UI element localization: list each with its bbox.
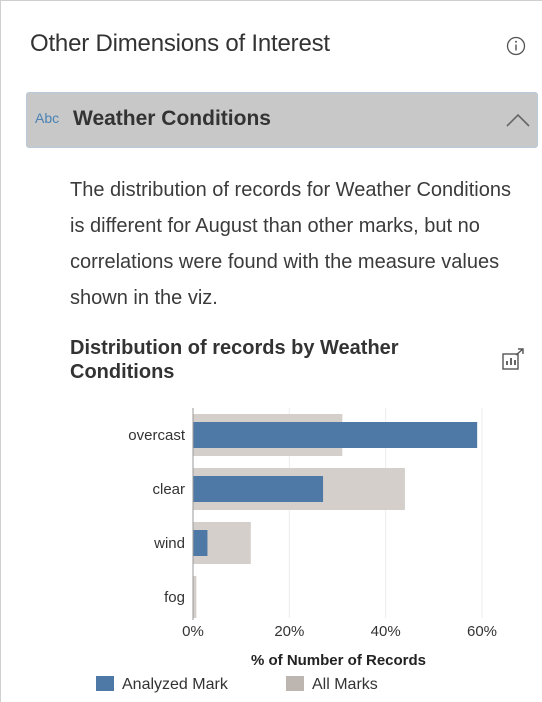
x-tick-label: 20% (274, 623, 304, 640)
category-label-clear: clear (152, 481, 185, 498)
legend-item-analyzed: Analyzed Mark (96, 676, 228, 694)
section-label: Weather Conditions (73, 107, 271, 130)
legend-label-all-marks: All Marks (312, 676, 378, 693)
panel-title: Other Dimensions of Interest (30, 30, 330, 57)
x-tick-label: 40% (371, 623, 401, 640)
bar-analyzed-overcast (193, 422, 478, 448)
top-border (0, 0, 542, 1)
legend-swatch-all-marks (286, 676, 304, 691)
legend-item-all-marks: All Marks (286, 676, 378, 694)
info-circle-icon[interactable] (506, 36, 526, 56)
insight-description: The distribution of records for Weather … (70, 179, 511, 309)
category-label-overcast: overcast (128, 427, 186, 444)
bar-analyzed-wind (193, 530, 208, 556)
legend-label-analyzed: Analyzed Mark (122, 676, 228, 693)
category-label-fog: fog (164, 589, 185, 606)
legend-swatch-analyzed (96, 676, 114, 691)
string-type-icon: Abc (35, 110, 60, 126)
bar-analyzed-clear (193, 476, 324, 502)
open-chart-icon[interactable] (500, 348, 526, 372)
weather-distribution-chart: overcast clear wind fog 0% 20% 40% 60% % of Numb… (128, 408, 497, 669)
category-label-wind: wind (153, 535, 185, 552)
x-tick-label: 0% (182, 623, 204, 640)
chart-title: Distribution of records by Weather Condi… (70, 337, 399, 383)
x-tick-label: 60% (467, 623, 497, 640)
bar-all-marks-fog (193, 576, 197, 618)
weather-conditions-header[interactable]: Abc Weather Conditions (26, 92, 538, 148)
chevron-up-icon[interactable] (505, 109, 531, 131)
x-axis-title: % of Number of Records (251, 652, 426, 669)
